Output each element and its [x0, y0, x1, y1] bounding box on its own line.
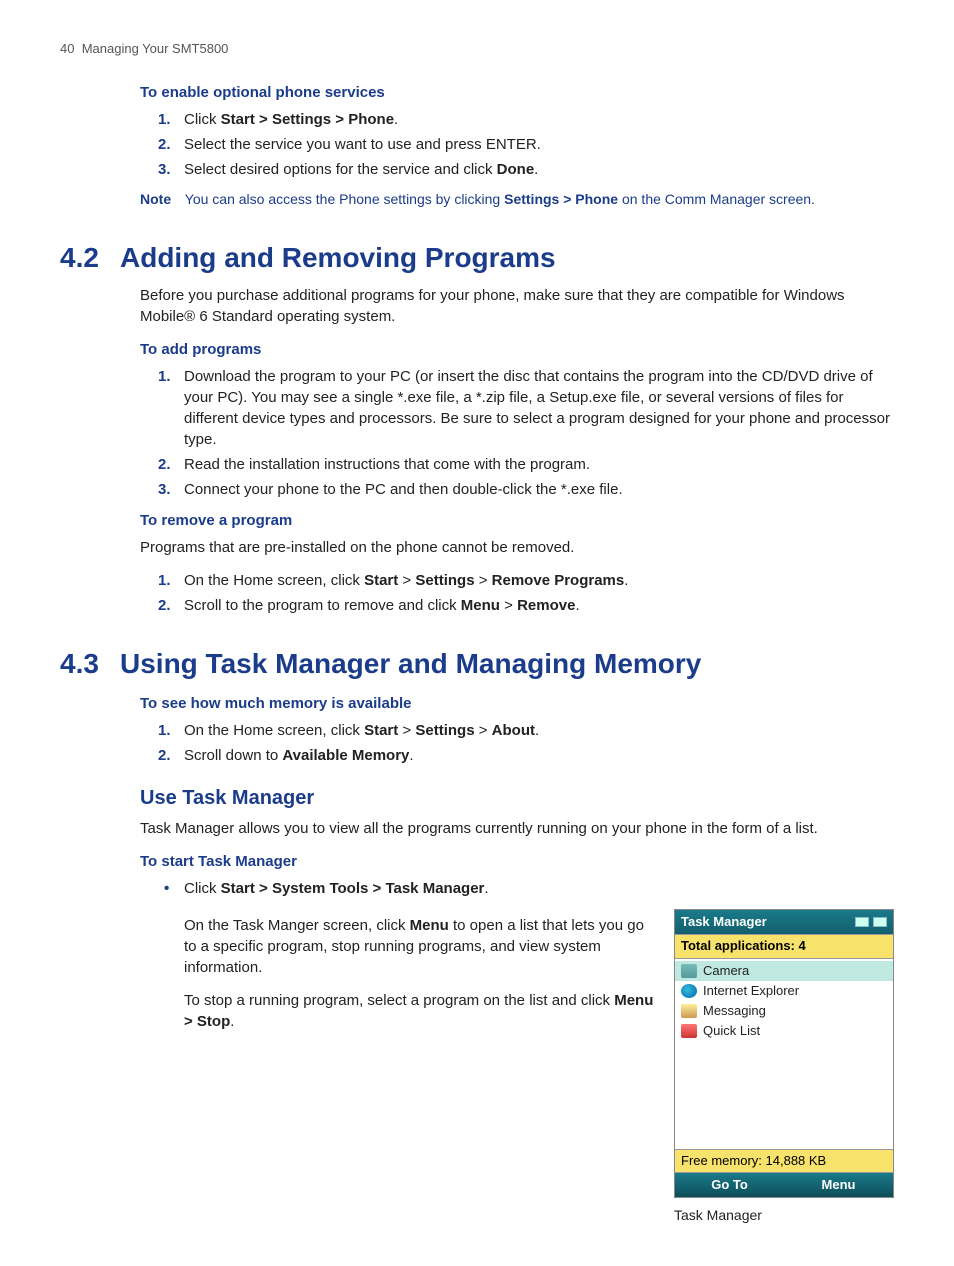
titlebar-title: Task Manager — [681, 913, 767, 931]
page-number: 40 — [60, 41, 74, 56]
softkey-goto[interactable]: Go To — [675, 1173, 784, 1197]
app-item-quicklist[interactable]: Quick List — [675, 1021, 893, 1041]
list-item: 3.Connect your phone to the PC and then … — [140, 479, 894, 500]
list-item: 1.On the Home screen, click Start > Sett… — [140, 720, 894, 741]
heading-start-task-manager: To start Task Manager — [140, 851, 894, 872]
task-manager-stop-para: To stop a running program, select a prog… — [184, 990, 658, 1032]
bullet-start-task-manager: Click Start > System Tools > Task Manage… — [140, 878, 894, 899]
note-phone-settings: Note You can also access the Phone setti… — [140, 190, 894, 210]
heading-use-task-manager: Use Task Manager — [140, 784, 894, 812]
heading-add-programs: To add programs — [140, 339, 894, 360]
intro-4-2: Before you purchase additional programs … — [140, 285, 894, 327]
steps-enable-services: 1.Click Start > Settings > Phone. 2.Sele… — [140, 109, 894, 180]
list-item: 3.Select desired options for the service… — [140, 159, 894, 180]
steps-remove-program: 1.On the Home screen, click Start > Sett… — [140, 570, 894, 616]
screenshot-container: Task Manager Total applications: 4 Camer… — [674, 909, 894, 1225]
status-icons — [855, 917, 887, 927]
chapter-title: Managing Your SMT5800 — [82, 41, 229, 56]
app-item-ie[interactable]: Internet Explorer — [675, 981, 893, 1001]
total-applications-row: Total applications: 4 — [675, 934, 893, 958]
app-item-messaging[interactable]: Messaging — [675, 1001, 893, 1021]
camera-icon — [681, 964, 697, 978]
list-item: 2.Read the installation instructions tha… — [140, 454, 894, 475]
app-list: Camera Internet Explorer Messaging Quick… — [675, 959, 893, 1149]
list-item: Click Start > System Tools > Task Manage… — [140, 878, 894, 899]
titlebar: Task Manager — [675, 910, 893, 934]
steps-memory: 1.On the Home screen, click Start > Sett… — [140, 720, 894, 766]
section-4-3: 4.3 Using Task Manager and Managing Memo… — [60, 644, 894, 683]
free-memory-row: Free memory: 14,888 KB — [675, 1149, 893, 1173]
page-header: 40 Managing Your SMT5800 — [60, 40, 894, 58]
softkey-bar: Go To Menu — [675, 1173, 893, 1197]
screenshot-caption: Task Manager — [674, 1206, 894, 1226]
messaging-icon — [681, 1004, 697, 1018]
ie-icon — [681, 984, 697, 998]
list-item: 1.Download the program to your PC (or in… — [140, 366, 894, 450]
heading-enable-services: To enable optional phone services — [140, 82, 894, 103]
list-item: 2.Scroll to the program to remove and cl… — [140, 595, 894, 616]
quicklist-icon — [681, 1024, 697, 1038]
list-item: 2.Scroll down to Available Memory. — [140, 745, 894, 766]
task-manager-menu-para: On the Task Manger screen, click Menu to… — [184, 915, 658, 978]
battery-icon — [855, 917, 869, 927]
heading-memory-available: To see how much memory is available — [140, 693, 894, 714]
softkey-menu[interactable]: Menu — [784, 1173, 893, 1197]
section-4-2: 4.2 Adding and Removing Programs — [60, 238, 894, 277]
steps-add-programs: 1.Download the program to your PC (or in… — [140, 366, 894, 500]
list-item: 1.Click Start > Settings > Phone. — [140, 109, 894, 130]
signal-icon — [873, 917, 887, 927]
remove-intro: Programs that are pre-installed on the p… — [140, 537, 894, 558]
heading-remove-program: To remove a program — [140, 510, 894, 531]
list-item: 2.Select the service you want to use and… — [140, 134, 894, 155]
task-manager-intro: Task Manager allows you to view all the … — [140, 818, 894, 839]
list-item: 1.On the Home screen, click Start > Sett… — [140, 570, 894, 591]
task-manager-screenshot: Task Manager Total applications: 4 Camer… — [674, 909, 894, 1198]
app-item-camera[interactable]: Camera — [675, 961, 893, 981]
